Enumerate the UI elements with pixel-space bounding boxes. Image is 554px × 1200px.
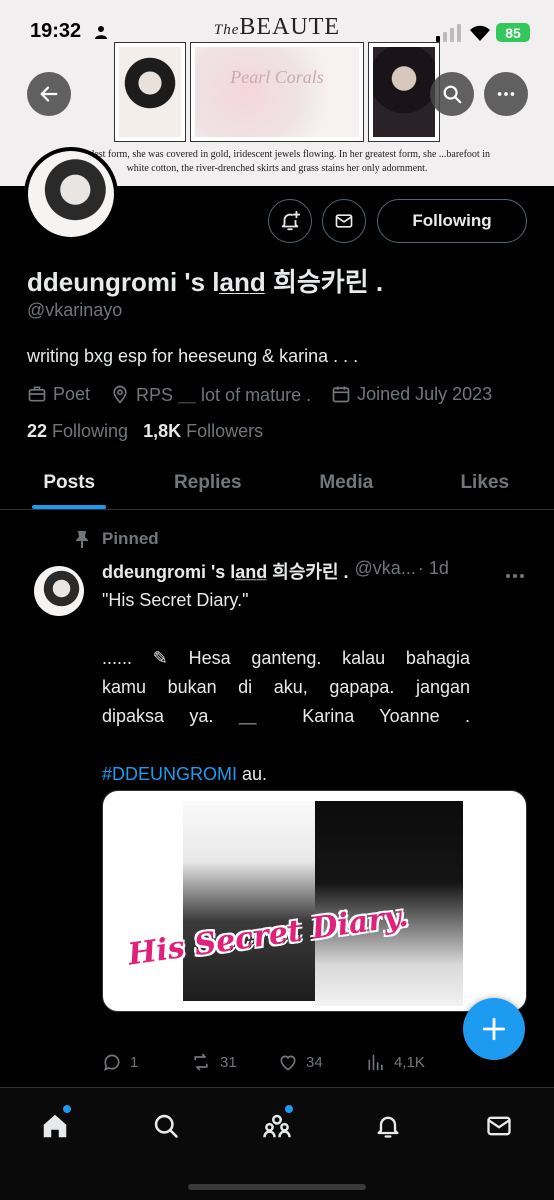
profile-category: Poet [27, 384, 90, 405]
tab-posts[interactable]: Posts [0, 456, 139, 509]
profile-tabs: Posts Replies Media Likes [0, 456, 554, 510]
communities-unread-dot [285, 1105, 293, 1113]
plus-icon [482, 1017, 506, 1041]
envelope-icon [335, 214, 353, 228]
home-indicator[interactable] [188, 1184, 366, 1190]
status-time: 19:32 [30, 20, 82, 42]
following-count-link[interactable]: 22 Following [27, 421, 128, 441]
post-author-handle: @vka... [354, 558, 416, 578]
post-image[interactable]: His Secret Diary. [102, 790, 527, 1012]
calendar-icon [332, 386, 350, 403]
bar-chart-icon [368, 1054, 383, 1071]
following-button[interactable]: Following [377, 199, 527, 243]
person-icon [95, 26, 107, 39]
tab-media[interactable]: Media [277, 456, 416, 509]
arrow-left-icon [40, 86, 58, 102]
bell-plus-icon [281, 210, 301, 231]
post-text-line: dipaksa ya. ＿ Karina Yoanne . [102, 706, 470, 726]
post-timestamp: · 1d [417, 558, 449, 578]
profile-bio: writing bxg esp for heeseung & karina . … [27, 346, 359, 366]
communities-icon [263, 1114, 291, 1138]
post-text-line: kamu bukan di aku, gapapa. jangan [102, 677, 470, 697]
profile-avatar[interactable] [24, 147, 118, 241]
search-icon [154, 1114, 178, 1138]
post-header[interactable]: ddeungromi 's la̲n̲d̲ 희승카린 . @vka... · 1… [102, 558, 449, 584]
nav-home[interactable] [35, 1105, 75, 1146]
profile-display-name: ddeungromi 's la̲n̲d̲ 희승카린 . [27, 267, 384, 297]
wifi-icon [470, 25, 490, 41]
more-horizontal-icon [497, 92, 515, 96]
reply-bubble-icon [104, 1054, 120, 1072]
nav-communities[interactable] [257, 1105, 297, 1146]
post-text-line [102, 615, 470, 644]
search-icon [443, 85, 462, 104]
profile-location: RPS ＿ lot of mature . [110, 381, 311, 407]
hashtag-link[interactable]: #DDEUNGROMI [102, 764, 237, 784]
profile-handle: @vkarinayo [27, 300, 123, 320]
home-icon [43, 1114, 67, 1138]
post-author-name: ddeungromi 's la̲n̲d̲ 희승카린 . [102, 562, 349, 582]
tab-replies[interactable]: Replies [139, 456, 278, 509]
post-actions: 1 31 34 4,1K [102, 1052, 527, 1072]
nav-search[interactable] [146, 1106, 186, 1146]
post-text-line: ...... ✎ Hesa ganteng. kalau bahagia [102, 648, 470, 668]
status-bar: 19:32 85 [0, 0, 554, 62]
followers-count-link[interactable]: 1,8K Followers [143, 421, 263, 441]
search-button[interactable] [430, 72, 474, 116]
like-button[interactable]: 34 [278, 1052, 366, 1072]
profile-counts: 22 Following 1,8K Followers [27, 421, 263, 442]
location-pin-icon [113, 385, 127, 404]
nav-notifications[interactable] [368, 1106, 408, 1146]
home-unread-dot [63, 1105, 71, 1113]
profile-meta: Poet RPS ＿ lot of mature . Joined July 2… [27, 381, 512, 407]
post-author-avatar[interactable] [34, 566, 84, 616]
post-hashtag-line: #DDEUNGROMI au. [102, 764, 268, 784]
compose-post-button[interactable] [463, 998, 525, 1060]
notifications-subscribe-button[interactable] [268, 199, 312, 243]
repost-button[interactable]: 31 [190, 1052, 278, 1072]
banner-center-text: Pearl Corals [230, 67, 324, 87]
pinned-indicator: Pinned [74, 529, 159, 549]
message-button[interactable] [322, 199, 366, 243]
post-text-line [102, 731, 470, 760]
back-button[interactable] [27, 72, 71, 116]
battery-indicator: 85 [496, 23, 530, 42]
more-options-button[interactable] [484, 72, 528, 116]
profile-joined: Joined July 2023 [331, 384, 492, 405]
views-button[interactable]: 4,1K [366, 1052, 454, 1072]
repost-icon [194, 1053, 208, 1071]
reply-button[interactable]: 1 [102, 1052, 190, 1072]
envelope-icon [487, 1116, 511, 1136]
tab-likes[interactable]: Likes [416, 456, 554, 509]
nav-messages[interactable] [479, 1106, 519, 1146]
briefcase-icon [28, 386, 46, 402]
pin-icon [76, 531, 88, 548]
heart-icon [280, 1055, 296, 1071]
post-text-line: "His Secret Diary." [102, 590, 249, 610]
post-image-photo-left [183, 801, 318, 1001]
bell-icon [377, 1116, 399, 1138]
post-text: "His Secret Diary." ...... ✎ Hesa ganten… [102, 586, 470, 789]
bottom-navigation [0, 1087, 554, 1200]
cellular-signal-icon [436, 24, 461, 42]
more-horizontal-icon [506, 574, 524, 578]
post-more-button[interactable] [505, 567, 525, 585]
